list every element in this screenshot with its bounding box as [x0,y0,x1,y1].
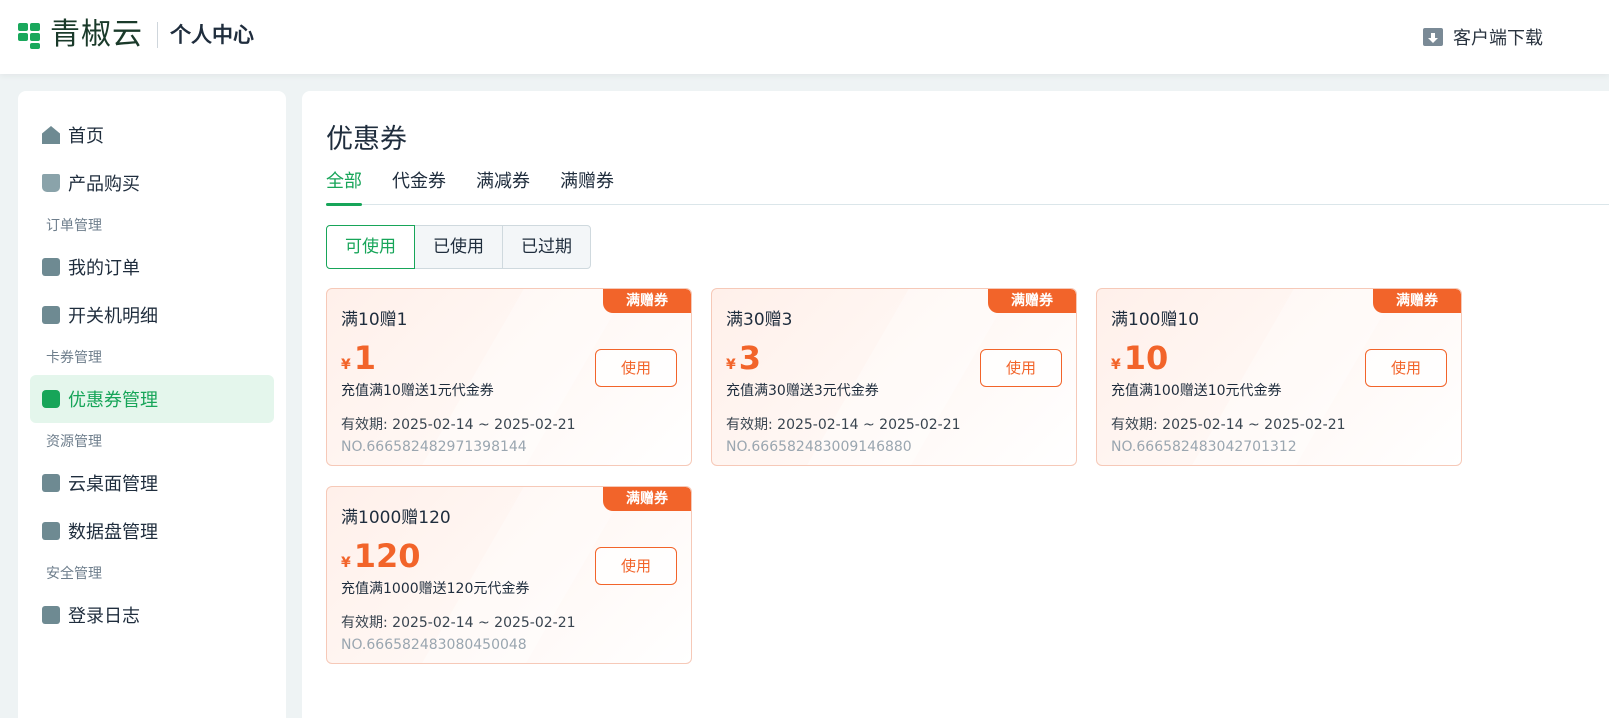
coupon-amount: ¥ 10 [1111,339,1168,377]
coupon-name: 满100赠10 [1111,310,1200,330]
sidebar-item-label: 云桌面管理 [68,474,158,495]
sidebar-group-cards: 卡券管理 [46,350,102,366]
coupon-card: 满赠券 满100赠10 ¥ 10 充值满100赠送10元代金券 有效期: 202… [1096,288,1462,466]
coupon-value: 10 [1123,339,1169,377]
sidebar-item-label: 登录日志 [68,606,140,627]
coupon-name: 满1000赠120 [341,508,451,528]
sidebar-group-resources: 资源管理 [46,434,102,450]
coupon-type-tabs: 全部 代金券 满减券 满赠券 [326,169,1609,206]
use-coupon-button[interactable]: 使用 [595,349,677,387]
sidebar: 首页 产品购买 订单管理 我的订单 开关机明细 卡券管理 优惠券管理 资源管理 … [18,91,286,718]
logo-divider [157,22,158,48]
tab-gift[interactable]: 满赠券 [560,169,614,205]
clipboard-icon [42,258,60,276]
coupon-type-badge: 满赠券 [603,289,691,313]
sidebar-group-security: 安全管理 [46,566,102,582]
filter-available-button[interactable]: 可使用 [326,225,415,269]
coupon-validity: 有效期: 2025-02-14 ~ 2025-02-21 [726,417,961,433]
coupon-card: 满赠券 满10赠1 ¥ 1 充值满10赠送1元代金券 有效期: 2025-02-… [326,288,692,466]
coupon-validity: 有效期: 2025-02-14 ~ 2025-02-21 [341,615,576,631]
coupon-type-badge: 满赠券 [988,289,1076,313]
coupon-card: 满赠券 满30赠3 ¥ 3 充值满30赠送3元代金券 有效期: 2025-02-… [711,288,1077,466]
use-coupon-button[interactable]: 使用 [980,349,1062,387]
coupon-type-badge: 满赠券 [1373,289,1461,313]
coupon-amount: ¥ 120 [341,537,421,575]
tab-discount[interactable]: 满减券 [476,169,530,205]
main-panel: 优惠券 全部 代金券 满减券 满赠券 可使用 已使用 已过期 满赠券 满10赠1… [302,91,1609,718]
coupon-name: 满10赠1 [341,310,408,330]
coupon-description: 充值满30赠送3元代金券 [726,383,879,399]
use-coupon-button[interactable]: 使用 [595,547,677,585]
filter-used-button[interactable]: 已使用 [414,225,503,269]
home-icon [42,126,60,144]
brand-logo[interactable]: 青椒云 个人中心 [18,18,254,52]
ticket-icon [42,390,60,408]
coupon-value: 1 [353,339,377,377]
coupon-number: NO.666582483042701312 [1111,439,1297,455]
currency-symbol: ¥ [341,357,351,373]
coupon-number: NO.666582482971398144 [341,439,527,455]
document-icon [42,606,60,624]
currency-symbol: ¥ [341,555,351,571]
client-download-link[interactable]: 客户端下载 [1423,24,1543,50]
tab-voucher[interactable]: 代金券 [392,169,446,205]
top-header: 青椒云 个人中心 客户端下载 [0,0,1609,74]
sidebar-item-coupon-management[interactable]: 优惠券管理 [30,375,274,423]
coupon-value: 3 [738,339,762,377]
sidebar-item-login-log[interactable]: 登录日志 [30,591,274,639]
sidebar-item-cloud-desktop[interactable]: 云桌面管理 [30,459,274,507]
disk-icon [42,522,60,540]
coupon-amount: ¥ 1 [341,339,376,377]
coupon-validity: 有效期: 2025-02-14 ~ 2025-02-21 [1111,417,1346,433]
status-filter: 可使用 已使用 已过期 [326,225,591,269]
logo-text: 青椒云 [50,17,143,52]
sidebar-item-home[interactable]: 首页 [30,111,274,159]
currency-symbol: ¥ [1111,357,1121,373]
coupon-value: 120 [353,537,421,575]
shopping-bag-icon [42,174,60,192]
sidebar-item-label: 数据盘管理 [68,522,158,543]
use-coupon-button[interactable]: 使用 [1365,349,1447,387]
sidebar-item-label: 优惠券管理 [68,390,158,411]
coupon-number: NO.666582483080450048 [341,637,527,653]
coupon-description: 充值满100赠送10元代金券 [1111,383,1282,399]
sidebar-item-label: 首页 [68,126,104,147]
download-icon [1423,28,1443,46]
sidebar-item-data-disk[interactable]: 数据盘管理 [30,507,274,555]
page-title: 优惠券 [326,124,407,155]
sidebar-group-orders: 订单管理 [46,218,102,234]
sidebar-item-product-purchase[interactable]: 产品购买 [30,159,274,207]
section-title: 个人中心 [170,23,254,47]
coupon-name: 满30赠3 [726,310,793,330]
coupon-description: 充值满10赠送1元代金券 [341,383,494,399]
coupon-validity: 有效期: 2025-02-14 ~ 2025-02-21 [341,417,576,433]
filter-expired-button[interactable]: 已过期 [502,225,591,269]
currency-symbol: ¥ [726,357,736,373]
client-download-label: 客户端下载 [1453,28,1543,49]
logo-icon [18,21,42,49]
sidebar-item-my-orders[interactable]: 我的订单 [30,243,274,291]
tab-all[interactable]: 全部 [326,169,362,206]
coupon-description: 充值满1000赠送120元代金券 [341,581,530,597]
coupon-type-badge: 满赠券 [603,487,691,511]
coupon-number: NO.666582483009146880 [726,439,912,455]
checklist-icon [42,306,60,324]
coupon-card: 满赠券 满1000赠120 ¥ 120 充值满1000赠送120元代金券 有效期… [326,486,692,664]
sidebar-item-label: 我的订单 [68,258,140,279]
monitor-icon [42,474,60,492]
sidebar-item-power-records[interactable]: 开关机明细 [30,291,274,339]
sidebar-item-label: 产品购买 [68,174,140,195]
coupon-amount: ¥ 3 [726,339,761,377]
sidebar-item-label: 开关机明细 [68,306,158,327]
